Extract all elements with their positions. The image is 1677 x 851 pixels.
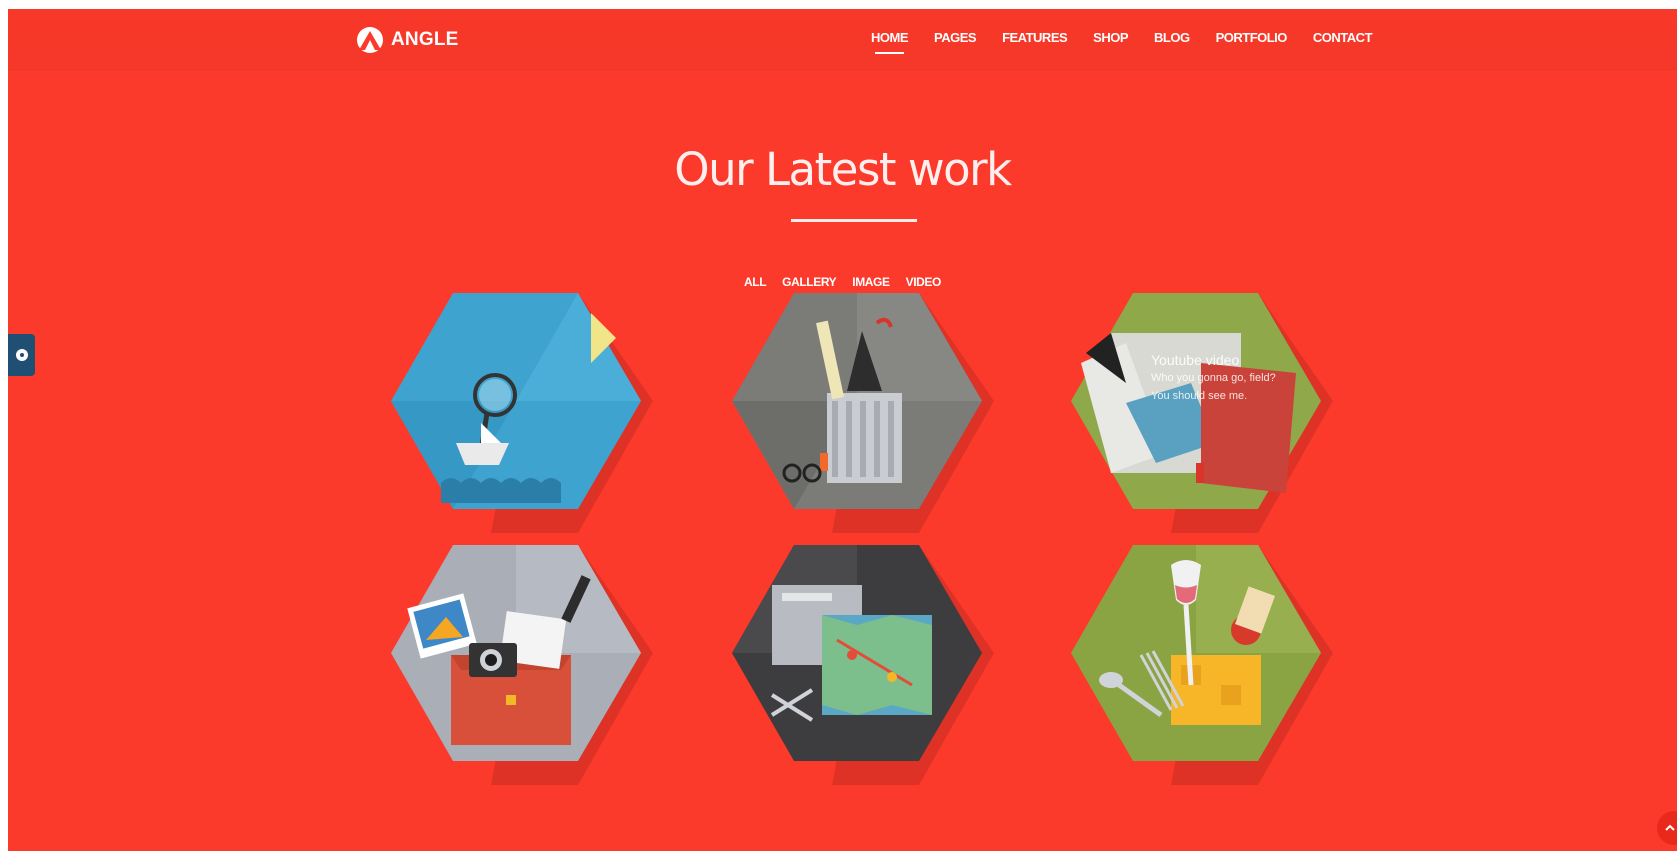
overlay-title: Youtube video	[1151, 352, 1240, 368]
portfolio-item-4[interactable]	[391, 545, 653, 785]
portfolio-item-2[interactable]	[732, 293, 994, 533]
camera-photos-bag-icon	[391, 545, 653, 785]
overlay-line-2: You should see me.	[1151, 390, 1248, 402]
portfolio-filters: ALL GALLERY IMAGE VIDEO	[8, 275, 1677, 289]
angle-logo-icon	[357, 27, 383, 53]
chevron-up-icon	[1665, 824, 1675, 831]
nav-pages[interactable]: PAGES	[934, 30, 977, 45]
nav-home[interactable]: HOME	[871, 30, 909, 54]
picnic-basket-wine-icon	[1071, 545, 1333, 785]
office-supplies-bin-icon	[732, 293, 994, 533]
filter-video[interactable]: VIDEO	[906, 275, 942, 289]
gear-icon	[15, 349, 28, 361]
scroll-to-top-button[interactable]	[1657, 811, 1677, 845]
brand-name: ANGLE	[391, 29, 459, 50]
filter-all[interactable]: ALL	[744, 275, 767, 289]
portfolio-item-5[interactable]	[732, 545, 994, 785]
nav-blog[interactable]: BLOG	[1154, 30, 1190, 45]
portfolio-item-1[interactable]	[391, 293, 653, 533]
settings-side-tab[interactable]	[8, 334, 35, 376]
nav-portfolio[interactable]: PORTFOLIO	[1216, 30, 1288, 45]
portfolio-item-6[interactable]	[1071, 545, 1333, 785]
page-frame: ANGLE HOME PAGES FEATURES SHOP BLOG PORT…	[8, 9, 1677, 851]
overlay-line-1: Who you gonna go, field?	[1151, 372, 1276, 384]
video-overlay: Youtube video Who you gonna go, field? Y…	[1151, 351, 1276, 405]
filter-image[interactable]: IMAGE	[852, 275, 890, 289]
nav-contact[interactable]: CONTACT	[1313, 30, 1373, 45]
map-folder-scissors-icon	[732, 545, 994, 785]
magnifier-paper-boat-icon	[391, 293, 653, 533]
nav-shop[interactable]: SHOP	[1093, 30, 1128, 45]
brand-logo[interactable]: ANGLE	[355, 26, 459, 54]
portfolio-item-3[interactable]: Youtube video Who you gonna go, field? Y…	[1071, 293, 1333, 533]
section-title: Our Latest work	[674, 143, 1012, 196]
title-underline	[791, 219, 917, 222]
filter-gallery[interactable]: GALLERY	[782, 275, 836, 289]
main-nav: HOME PAGES FEATURES SHOP BLOG PORTFOLIO …	[871, 30, 1373, 54]
nav-features[interactable]: FEATURES	[1002, 30, 1068, 45]
top-navbar: ANGLE HOME PAGES FEATURES SHOP BLOG PORT…	[8, 9, 1677, 69]
